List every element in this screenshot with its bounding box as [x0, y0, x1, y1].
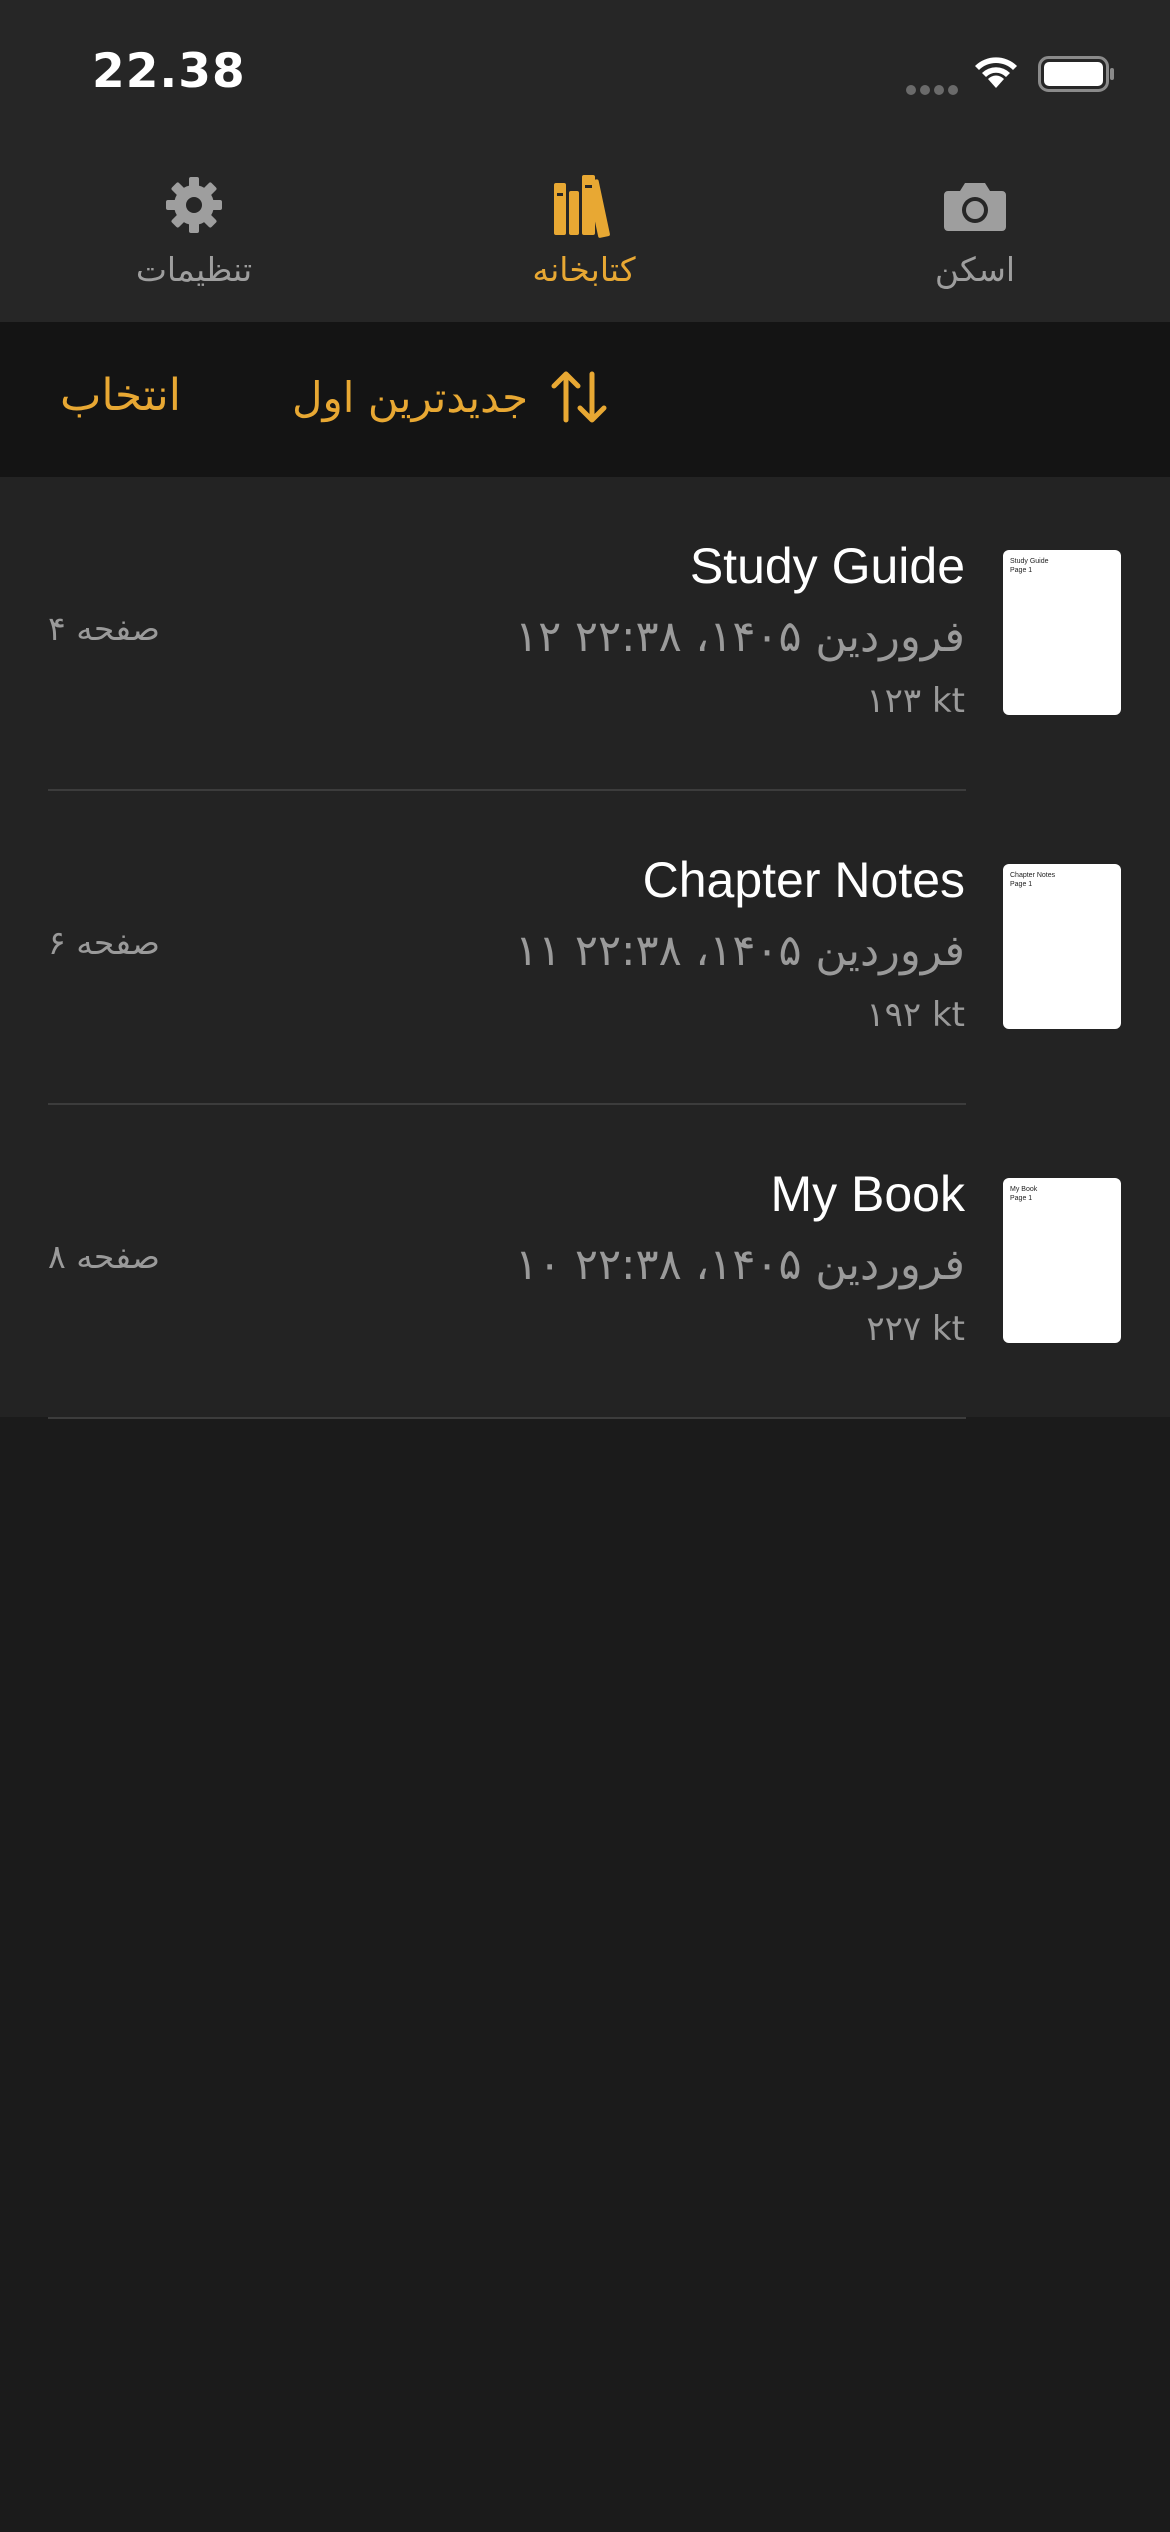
camera-icon [944, 183, 1006, 231]
books-icon [554, 175, 610, 238]
document-date: ۱۰ فروردین ۱۴۰۵، ۲۲:۳۸ [514, 1240, 965, 1290]
library-toolbar: انتخاب جدیدترین اول [0, 322, 1170, 477]
tab-bar: تنظیمات کتابخانه اسکن [0, 140, 1170, 322]
list-item[interactable]: Study Guide Page 1 Study Guide ۱۲ فروردی… [0, 477, 1170, 791]
thumbnail-page: Page 1 [1010, 567, 1033, 574]
document-list: Study Guide Page 1 Study Guide ۱۲ فروردی… [0, 477, 1170, 1419]
document-size: ۲۲۷ kt [866, 1309, 965, 1349]
list-item[interactable]: My Book Page 1 My Book ۱۰ فروردین ۱۴۰۵، … [0, 1105, 1170, 1419]
cellular-signal-icon [906, 80, 962, 99]
document-title: My Book [770, 1166, 965, 1222]
tab-settings-label: تنظیمات [135, 250, 253, 289]
status-time: 22.38 [92, 44, 246, 99]
wifi-icon [975, 57, 1017, 88]
gear-icon [166, 177, 222, 233]
select-button[interactable]: انتخاب [60, 370, 181, 421]
thumbnail-title: My Book [1010, 1186, 1038, 1193]
battery-icon [1038, 56, 1114, 92]
document-page-count: ۶ صفحه [48, 923, 160, 962]
document-title: Chapter Notes [642, 852, 965, 908]
row-divider [48, 1417, 966, 1419]
thumbnail-page: Page 1 [1010, 881, 1033, 888]
document-thumbnail: Chapter Notes Page 1 [1003, 864, 1121, 1029]
status-bar: 22.38 [0, 0, 1170, 140]
document-page-count: ۸ صفحه [48, 1237, 160, 1276]
thumbnail-title: Chapter Notes [1010, 872, 1056, 879]
sort-arrows-icon [551, 371, 607, 423]
sort-button-label: جدیدترین اول [292, 372, 529, 422]
document-title: Study Guide [689, 538, 965, 594]
document-page-count: ۴ صفحه [48, 609, 160, 648]
document-date: ۱۲ فروردین ۱۴۰۵، ۲۲:۳۸ [514, 612, 965, 662]
sort-button[interactable]: جدیدترین اول [292, 370, 608, 424]
list-item[interactable]: Chapter Notes Page 1 Chapter Notes ۱۱ فر… [0, 791, 1170, 1105]
tab-settings[interactable]: تنظیمات [74, 170, 314, 310]
tab-scan[interactable]: اسکن [855, 170, 1095, 310]
document-size: ۱۹۲ kt [866, 995, 965, 1035]
tab-library-label: کتابخانه [532, 250, 636, 289]
tab-library[interactable]: کتابخانه [464, 170, 704, 310]
thumbnail-page: Page 1 [1010, 1195, 1033, 1202]
document-thumbnail: My Book Page 1 [1003, 1178, 1121, 1343]
tab-scan-label: اسکن [934, 250, 1016, 289]
document-size: ۱۲۳ kt [866, 681, 965, 721]
thumbnail-title: Study Guide [1010, 558, 1049, 565]
document-thumbnail: Study Guide Page 1 [1003, 550, 1121, 715]
document-date: ۱۱ فروردین ۱۴۰۵، ۲۲:۳۸ [514, 926, 965, 976]
